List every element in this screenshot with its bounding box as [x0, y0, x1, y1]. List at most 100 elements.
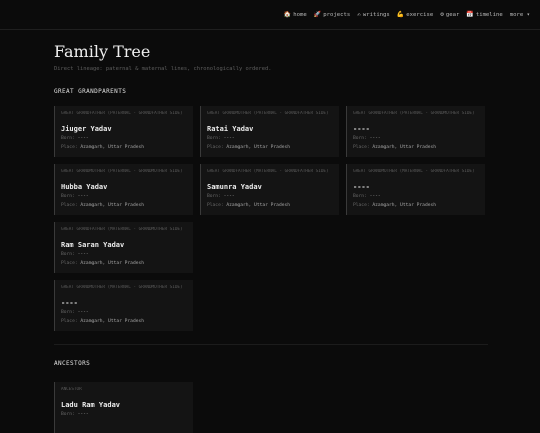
person-role: GREAT GRANDFATHER (PATERNAL - GRANDFATHE…	[61, 111, 183, 116]
person-role: GREAT GRANDMOTHER (MATERNAL - GRANDMOTHE…	[61, 285, 183, 290]
born-label: Born:	[61, 136, 75, 141]
place-value: Azamgarh, Uttar Pradesh	[372, 203, 437, 209]
place-label: Place:	[353, 145, 370, 151]
page-subtitle: Direct lineage: paternal & maternal line…	[54, 66, 272, 72]
place-value: Azamgarh, Uttar Pradesh	[80, 203, 145, 209]
place-label: Place:	[61, 203, 78, 209]
ancestors-grid: ANCESTOR Ladu Ram Yadav Born: ----	[54, 382, 488, 433]
nav-more-dropdown[interactable]: more ▾	[510, 11, 530, 18]
person-born: Born: ----	[61, 252, 187, 258]
page-title: Family Tree	[54, 42, 151, 61]
person-name: Ratai Yadav	[207, 125, 254, 133]
section-title-great-grandparents: GREAT GRANDPARENTS	[54, 88, 127, 95]
person-name: Ladu Ram Yadav	[61, 401, 121, 409]
place-label: Place:	[207, 203, 224, 209]
nav-timeline[interactable]: 📅 timeline	[466, 11, 502, 18]
nav-projects-label: projects	[323, 11, 351, 18]
person-card: GREAT GRANDFATHER (PATERNAL - GRANDFATHE…	[54, 106, 193, 157]
nav-exercise[interactable]: 💪 exercise	[397, 11, 433, 18]
person-role: GREAT GRANDFATHER (MATERNAL - GRANDMOTHE…	[61, 227, 183, 232]
person-card: GREAT GRANDMOTHER (MATERNAL - GRANDFATHE…	[346, 164, 485, 215]
person-born: Born: ----	[207, 136, 333, 142]
person-born: Born: ----	[353, 194, 479, 200]
born-value: ----	[369, 136, 381, 141]
person-born: Born: ----	[61, 194, 187, 200]
person-born: Born: ----	[207, 194, 333, 200]
born-value: ----	[77, 252, 89, 257]
person-name: ----	[353, 125, 370, 133]
person-role: ANCESTOR	[61, 387, 82, 392]
born-value: ----	[223, 136, 235, 141]
place-label: Place:	[61, 319, 78, 325]
person-name: Ram Saran Yadav	[61, 241, 125, 249]
person-role: GREAT GRANDMOTHER (PATERNAL - GRANDFATHE…	[207, 111, 329, 116]
nav-home[interactable]: 🏠 home	[284, 11, 307, 18]
place-label: Place:	[353, 203, 370, 209]
nav-writings-label: writings	[362, 11, 390, 18]
nav-projects[interactable]: 🚀 projects	[314, 11, 350, 18]
nav-writings[interactable]: ✍ writings	[357, 11, 390, 18]
rocket-icon: 🚀	[313, 11, 322, 18]
born-label: Born:	[61, 412, 75, 417]
person-role: GREAT GRANDMOTHER (PATERNAL - GRANDMOTHE…	[61, 169, 183, 174]
person-name: Jiuger Yadav	[61, 125, 112, 133]
person-place: Place: Azamgarh, Uttar Pradesh	[207, 203, 333, 209]
person-place: Place: Azamgarh, Uttar Pradesh	[61, 319, 187, 325]
person-card: GREAT GRANDMOTHER (PATERNAL - GRANDFATHE…	[200, 106, 339, 157]
person-place: Place: Azamgarh, Uttar Pradesh	[61, 203, 187, 209]
writing-hand-icon: ✍	[357, 11, 361, 18]
grid-spacer	[200, 222, 485, 273]
place-label: Place:	[61, 261, 78, 267]
person-card: GREAT GRANDMOTHER (MATERNAL - GRANDMOTHE…	[54, 280, 193, 331]
nav-menu: 🏠 home 🚀 projects ✍ writings 💪 exercise ⚙ gea…	[284, 11, 530, 18]
section-title-ancestors: ANCESTORS	[54, 360, 91, 367]
born-value: ----	[77, 136, 89, 141]
person-role: GREAT GRANDMOTHER (MATERNAL - GRANDFATHE…	[353, 169, 475, 174]
nav-timeline-label: timeline	[475, 11, 503, 18]
born-value: ----	[77, 194, 89, 199]
calendar-icon: 📅	[466, 11, 474, 18]
person-role: GREAT GRANDFATHER (PATERNAL - GRANDMOTHE…	[353, 111, 475, 116]
place-value: Azamgarh, Uttar Pradesh	[226, 203, 291, 209]
place-label: Place:	[207, 145, 224, 151]
nav-gear[interactable]: ⚙ gear	[440, 11, 459, 18]
gear-icon: ⚙	[440, 11, 444, 18]
section-divider	[54, 344, 488, 345]
born-value: ----	[369, 194, 381, 199]
born-value: ----	[77, 310, 89, 315]
place-value: Azamgarh, Uttar Pradesh	[80, 261, 145, 267]
flexed-biceps-icon: 💪	[396, 11, 405, 18]
person-place: Place: Azamgarh, Uttar Pradesh	[207, 145, 333, 151]
person-place: Place: Azamgarh, Uttar Pradesh	[61, 145, 187, 151]
person-born: Born: ----	[353, 136, 479, 142]
person-card: GREAT GRANDMOTHER (PATERNAL - GRANDMOTHE…	[54, 164, 193, 215]
place-value: Azamgarh, Uttar Pradesh	[80, 145, 145, 151]
place-value: Azamgarh, Uttar Pradesh	[80, 319, 145, 325]
person-role: GREAT GRANDFATHER (MATERNAL - GRANDFATHE…	[207, 169, 329, 174]
place-value: Azamgarh, Uttar Pradesh	[372, 145, 437, 151]
born-label: Born:	[61, 252, 75, 257]
person-place: Place: Azamgarh, Uttar Pradesh	[353, 145, 479, 151]
person-name: Hubba Yadav	[61, 183, 108, 191]
born-label: Born:	[353, 194, 367, 199]
born-value: ----	[223, 194, 235, 199]
born-label: Born:	[207, 136, 221, 141]
main-content: Family Tree Direct lineage: paternal & m…	[54, 42, 488, 433]
nav-gear-label: gear	[445, 11, 460, 18]
born-label: Born:	[61, 194, 75, 199]
nav-more-label: more ▾	[509, 11, 530, 18]
born-label: Born:	[207, 194, 221, 199]
person-name: Samunra Yadav	[207, 183, 262, 191]
person-card: GREAT GRANDFATHER (PATERNAL - GRANDMOTHE…	[346, 106, 485, 157]
person-born: Born: ----	[61, 412, 187, 418]
person-born: Born: ----	[61, 136, 187, 142]
born-label: Born:	[61, 310, 75, 315]
home-icon: 🏠	[283, 11, 292, 18]
nav-home-label: home	[293, 11, 307, 18]
person-card: ANCESTOR Ladu Ram Yadav Born: ----	[54, 382, 193, 433]
nav-exercise-label: exercise	[406, 11, 434, 18]
person-born: Born: ----	[61, 310, 187, 316]
person-place: Place: Azamgarh, Uttar Pradesh	[61, 261, 187, 267]
person-name: ----	[61, 299, 78, 307]
place-value: Azamgarh, Uttar Pradesh	[226, 145, 291, 151]
